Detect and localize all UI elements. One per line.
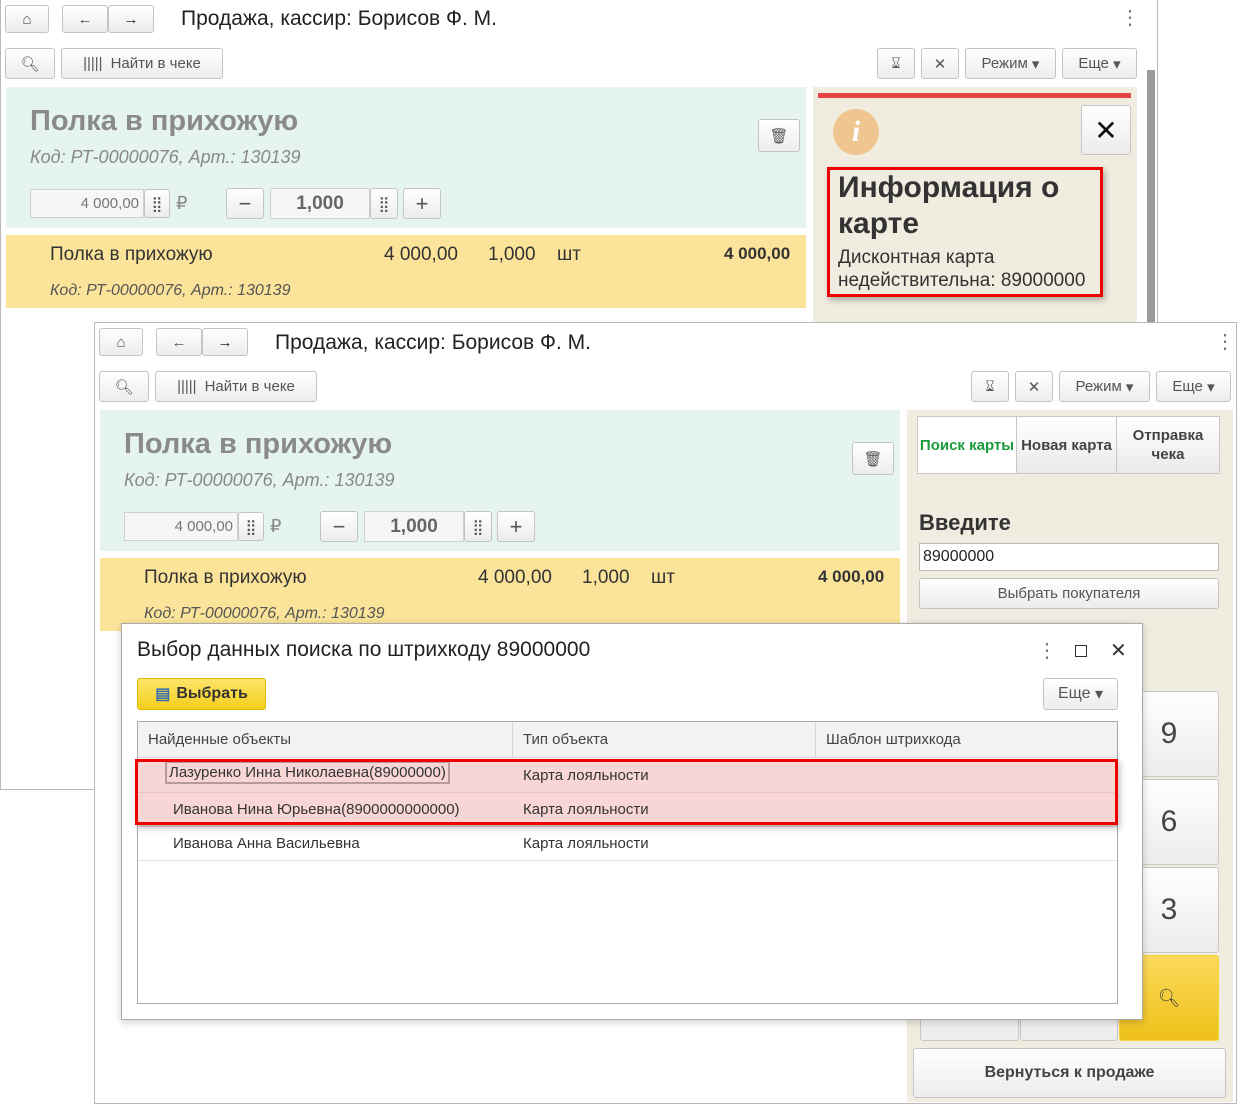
- quantity-field[interactable]: 1,000: [364, 511, 464, 542]
- barcode-icon: |||||: [177, 378, 197, 395]
- product-name: Полка в прихожую: [30, 105, 299, 137]
- back-button[interactable]: ←: [62, 5, 108, 33]
- receipt-line[interactable]: Полка в прихожую 4 000,00 1,000 шт 4 000…: [100, 558, 900, 631]
- line-price: 4 000,00: [478, 567, 552, 588]
- product-name: Полка в прихожую: [124, 428, 393, 460]
- window-title: Продажа, кассир: Борисов Ф. М.: [181, 7, 497, 30]
- card-number-input[interactable]: 89000000: [919, 543, 1219, 571]
- line-qty: 1,000: [582, 567, 630, 588]
- currency-label: ₽: [176, 193, 188, 213]
- delete-button[interactable]: 🗑︎: [758, 119, 800, 152]
- info-box: Информация о карте Дисконтная карта неде…: [827, 167, 1103, 297]
- line-name: Полка в прихожую: [144, 567, 307, 588]
- receipt-line[interactable]: Полка в прихожую 4 000,00 1,000 шт 4 000…: [6, 235, 806, 308]
- cancel-button[interactable]: ✕: [921, 48, 959, 79]
- plus-button[interactable]: +: [403, 188, 441, 219]
- minus-button[interactable]: −: [226, 188, 264, 219]
- back-to-sale-button[interactable]: Вернуться к продаже: [913, 1048, 1226, 1098]
- dialog-title: Выбор данных поиска по штрихкоду 8900000…: [137, 638, 591, 661]
- delete-button[interactable]: 🗑︎: [852, 442, 894, 475]
- close-info-button[interactable]: ✕: [1081, 105, 1131, 155]
- tab-card-search[interactable]: Поиск карты: [917, 416, 1017, 474]
- forward-button[interactable]: →: [202, 328, 248, 356]
- enter-label: Введите: [919, 510, 1011, 535]
- product-code: Код: РТ-00000076, Арт.: 130139: [30, 147, 301, 167]
- barcode-icon: |||||: [83, 55, 103, 72]
- tab-send-receipt[interactable]: Отправка чека: [1116, 416, 1220, 474]
- minus-button[interactable]: −: [320, 511, 358, 542]
- search-button[interactable]: 🔍︎: [99, 371, 149, 402]
- price-keypad-button[interactable]: ⣿: [144, 189, 170, 218]
- info-icon: i: [833, 109, 879, 155]
- scrollbar[interactable]: [1147, 70, 1155, 330]
- mode-button[interactable]: Режим ▾: [965, 48, 1056, 79]
- product-card: Полка в прихожую Код: РТ-00000076, Арт.:…: [100, 410, 900, 551]
- search-icon: 🔍︎: [1157, 987, 1181, 1008]
- window-title: Продажа, кассир: Борисов Ф. М.: [275, 331, 591, 354]
- qty-keypad-button[interactable]: ⣿: [464, 511, 492, 542]
- info-heading: Информация о карте: [838, 171, 1060, 240]
- qty-keypad-button[interactable]: ⣿: [370, 188, 398, 219]
- table-header: Найденные объекты Тип объекта Шаблон штр…: [138, 722, 1117, 758]
- barcode-search-dialog: Выбор данных поиска по штрихкоду 8900000…: [121, 623, 1143, 1020]
- back-button[interactable]: ←: [156, 328, 202, 356]
- price-field[interactable]: 4 000,00: [30, 189, 144, 218]
- line-code: Код: РТ-00000076, Арт.: 130139: [144, 605, 385, 622]
- hourglass-button[interactable]: ⌛︎: [877, 48, 915, 79]
- search-button[interactable]: 🔍︎: [5, 48, 55, 79]
- select-icon: ▤: [155, 686, 171, 703]
- price-keypad-button[interactable]: ⣿: [238, 512, 264, 541]
- home-button[interactable]: ⌂: [99, 328, 143, 356]
- highlight-frame: [135, 759, 1118, 825]
- home-button[interactable]: ⌂: [5, 5, 49, 33]
- object-cell: Иванова Анна Васильевна: [173, 835, 360, 852]
- info-panel: i ✕ Информация о карте Дисконтная карта …: [813, 87, 1137, 322]
- find-in-receipt-button[interactable]: ||||| Найти в чеке: [61, 48, 223, 79]
- more-button[interactable]: Еще ▾: [1062, 48, 1137, 79]
- line-price: 4 000,00: [384, 244, 458, 265]
- column-header[interactable]: Тип объекта: [513, 722, 816, 758]
- column-header[interactable]: Найденные объекты: [138, 722, 513, 758]
- forward-button[interactable]: →: [108, 5, 154, 33]
- line-sum: 4 000,00: [818, 567, 885, 586]
- dialog-menu-icon[interactable]: ⋮: [1037, 638, 1057, 663]
- table-row[interactable]: Иванова Анна Васильевна Карта лояльности: [138, 827, 1117, 861]
- column-header[interactable]: Шаблон штрихкода: [816, 722, 1117, 758]
- line-sum: 4 000,00: [724, 244, 791, 263]
- line-unit: шт: [651, 567, 675, 588]
- dialog-more-button[interactable]: Еще ▾: [1043, 678, 1118, 710]
- close-icon[interactable]: ✕: [1110, 638, 1127, 663]
- maximize-icon[interactable]: [1075, 645, 1087, 657]
- info-message: Дисконтная карта недействительна: 890000…: [838, 247, 1086, 291]
- quantity-field[interactable]: 1,000: [270, 188, 370, 219]
- menu-icon[interactable]: ⋮: [1120, 5, 1140, 30]
- select-button[interactable]: ▤ Выбрать: [137, 678, 266, 710]
- line-unit: шт: [557, 244, 581, 265]
- cancel-button[interactable]: ✕: [1015, 371, 1053, 402]
- menu-icon[interactable]: ⋮: [1215, 329, 1235, 354]
- product-code: Код: РТ-00000076, Арт.: 130139: [124, 470, 395, 490]
- more-button[interactable]: Еще ▾: [1156, 371, 1231, 402]
- currency-label: ₽: [270, 516, 282, 536]
- line-code: Код: РТ-00000076, Арт.: 130139: [50, 282, 291, 299]
- product-card: Полка в прихожую Код: РТ-00000076, Арт.:…: [6, 87, 806, 228]
- find-in-receipt-button[interactable]: ||||| Найти в чеке: [155, 371, 317, 402]
- line-name: Полка в прихожую: [50, 244, 213, 265]
- mode-button[interactable]: Режим ▾: [1059, 371, 1150, 402]
- tab-new-card[interactable]: Новая карта: [1016, 416, 1117, 474]
- line-qty: 1,000: [488, 244, 536, 265]
- hourglass-button[interactable]: ⌛︎: [971, 371, 1009, 402]
- plus-button[interactable]: +: [497, 511, 535, 542]
- price-field[interactable]: 4 000,00: [124, 512, 238, 541]
- type-cell: Карта лояльности: [523, 835, 649, 852]
- choose-customer-button[interactable]: Выбрать покупателя: [919, 578, 1219, 609]
- error-bar: [818, 93, 1131, 98]
